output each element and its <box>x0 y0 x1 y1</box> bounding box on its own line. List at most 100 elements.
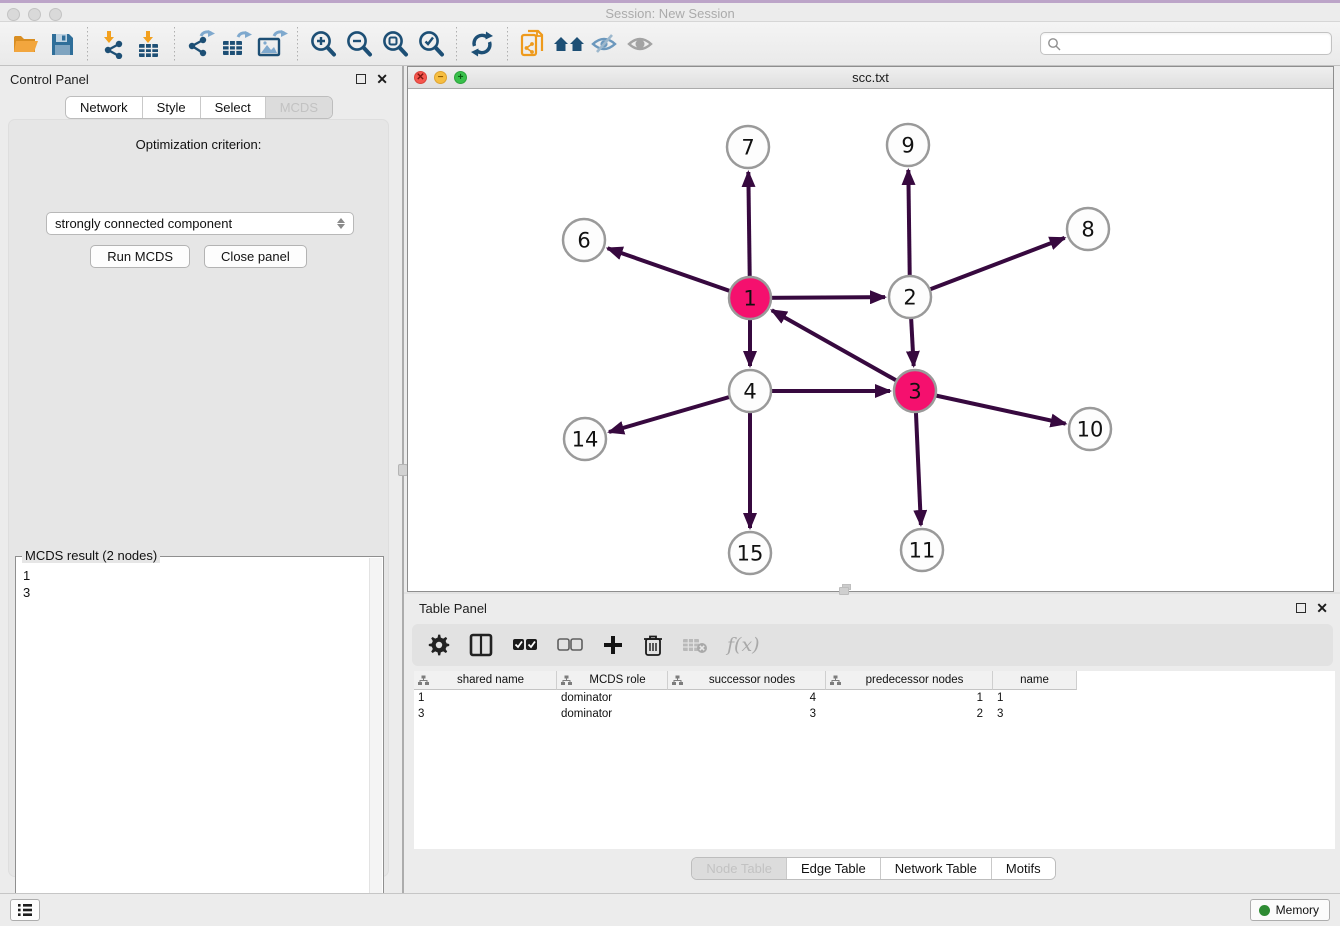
close-panel-button[interactable]: Close panel <box>204 245 307 268</box>
table-cell[interactable]: 1 <box>414 690 557 706</box>
graph-node-11[interactable]: 11 <box>901 529 943 571</box>
task-history-button[interactable] <box>10 899 40 921</box>
network-window-titlebar[interactable]: ✕ − + scc.txt <box>408 67 1333 89</box>
horizontal-split-divider[interactable] <box>404 592 1340 594</box>
table-row[interactable]: 1dominator411 <box>414 690 1335 706</box>
table-cell[interactable]: 4 <box>668 690 826 706</box>
close-panel-icon[interactable]: ✕ <box>376 74 388 84</box>
table-row[interactable]: 3dominator323 <box>414 706 1335 722</box>
graph-edge-3-1[interactable] <box>772 310 915 391</box>
graph-node-15[interactable]: 15 <box>729 532 771 574</box>
tab-node-table[interactable]: Node Table <box>692 858 787 879</box>
table-panel-title: Table Panel <box>419 601 487 616</box>
eye-slash-icon <box>589 31 621 57</box>
select-all-button[interactable] <box>512 630 538 660</box>
graph-node-9[interactable]: 9 <box>887 124 929 166</box>
function-builder-button[interactable]: f(x) <box>727 630 760 660</box>
tab-select[interactable]: Select <box>201 97 266 118</box>
column-header-MCDS-role[interactable]: MCDS role <box>557 671 668 690</box>
export-image-button[interactable] <box>254 26 290 62</box>
table-cell[interactable]: 3 <box>414 706 557 722</box>
table-cell[interactable]: dominator <box>557 690 668 706</box>
memory-status-icon <box>1259 905 1270 916</box>
zoom-out-button[interactable] <box>341 26 377 62</box>
network-canvas[interactable]: 7 9 6 8 1 2 4 3 14 10 15 11 <box>408 89 1333 591</box>
search-field[interactable] <box>1040 32 1332 55</box>
table-settings-button[interactable] <box>428 630 450 660</box>
deselect-all-button[interactable] <box>557 630 583 660</box>
table-cell[interactable]: 3 <box>668 706 826 722</box>
table-cell[interactable]: 1 <box>826 690 993 706</box>
tab-network[interactable]: Network <box>66 97 143 118</box>
graph-edge-2-8[interactable] <box>910 238 1065 297</box>
zoom-in-button[interactable] <box>305 26 341 62</box>
tab-style[interactable]: Style <box>143 97 201 118</box>
table-cell[interactable]: 3 <box>993 706 1077 722</box>
toolbar-separator <box>87 27 88 61</box>
graph-node-8[interactable]: 8 <box>1067 208 1109 250</box>
import-table-button[interactable] <box>131 26 167 62</box>
tab-edge-table[interactable]: Edge Table <box>787 858 881 879</box>
float-table-panel-icon[interactable] <box>1296 603 1306 613</box>
tab-network-table[interactable]: Network Table <box>881 858 992 879</box>
search-input[interactable] <box>1061 37 1325 51</box>
toolbar-separator <box>456 27 457 61</box>
refresh-button[interactable] <box>464 26 500 62</box>
column-header-successor-nodes[interactable]: successor nodes <box>668 671 826 690</box>
column-sort-icon <box>672 675 683 686</box>
vertical-split-divider[interactable] <box>402 66 404 893</box>
network-minimize-button[interactable]: − <box>434 71 447 84</box>
import-network-button[interactable] <box>95 26 131 62</box>
graph-edge-1-6[interactable] <box>608 248 750 298</box>
show-all-button[interactable] <box>623 26 659 62</box>
table-cell[interactable]: 2 <box>826 706 993 722</box>
trash-icon <box>643 633 663 657</box>
network-close-button[interactable]: ✕ <box>414 71 427 84</box>
fx-icon: f(x) <box>727 634 760 656</box>
export-network-button[interactable] <box>182 26 218 62</box>
graph-node-1[interactable]: 1 <box>729 277 771 319</box>
zoom-fit-button[interactable] <box>377 26 413 62</box>
open-session-button[interactable] <box>8 26 44 62</box>
clone-network-button[interactable] <box>515 26 551 62</box>
column-header-predecessor-nodes[interactable]: predecessor nodes <box>826 671 993 690</box>
app-title: Session: New Session <box>0 6 1340 21</box>
column-header-shared-name[interactable]: shared name <box>414 671 557 690</box>
svg-text:1: 1 <box>743 287 756 311</box>
table-panel: Table Panel ✕ <box>407 595 1340 893</box>
show-columns-button[interactable] <box>469 630 493 660</box>
delete-columns-button[interactable] <box>643 630 663 660</box>
control-panel: Control Panel ✕ NetworkStyleSelectMCDS O… <box>0 66 398 893</box>
search-icon <box>1047 37 1061 51</box>
graph-edge-3-10[interactable] <box>915 391 1066 424</box>
criterion-dropdown[interactable]: strongly connected component <box>46 212 354 235</box>
save-session-button[interactable] <box>44 26 80 62</box>
graph-node-2[interactable]: 2 <box>889 276 931 318</box>
memory-button[interactable]: Memory <box>1250 899 1330 921</box>
first-neighbors-button[interactable] <box>551 26 587 62</box>
table-cell[interactable]: dominator <box>557 706 668 722</box>
run-mcds-button[interactable]: Run MCDS <box>90 245 190 268</box>
graph-node-7[interactable]: 7 <box>727 126 769 168</box>
zoom-selected-button[interactable] <box>413 26 449 62</box>
close-table-panel-icon[interactable]: ✕ <box>1316 603 1328 613</box>
graph-node-6[interactable]: 6 <box>563 219 605 261</box>
create-column-button[interactable] <box>602 630 624 660</box>
graph-node-4[interactable]: 4 <box>729 370 771 412</box>
table-cell[interactable]: 1 <box>993 690 1077 706</box>
graph-node-3[interactable]: 3 <box>894 370 936 412</box>
tab-mcds[interactable]: MCDS <box>266 97 332 118</box>
hide-selected-button[interactable] <box>587 26 623 62</box>
graph-node-10[interactable]: 10 <box>1069 408 1111 450</box>
columns-icon <box>469 633 493 657</box>
export-table-button[interactable] <box>218 26 254 62</box>
graph-node-14[interactable]: 14 <box>564 418 606 460</box>
delete-table-button[interactable] <box>682 630 708 660</box>
network-maximize-button[interactable]: + <box>454 71 467 84</box>
tab-motifs[interactable]: Motifs <box>992 858 1055 879</box>
column-header-name[interactable]: name <box>993 671 1077 690</box>
application-window: Session: New Session <box>0 0 1340 926</box>
horizontal-divider-grip[interactable] <box>839 587 849 595</box>
float-panel-icon[interactable] <box>356 74 366 84</box>
result-scrollbar[interactable] <box>369 558 382 924</box>
